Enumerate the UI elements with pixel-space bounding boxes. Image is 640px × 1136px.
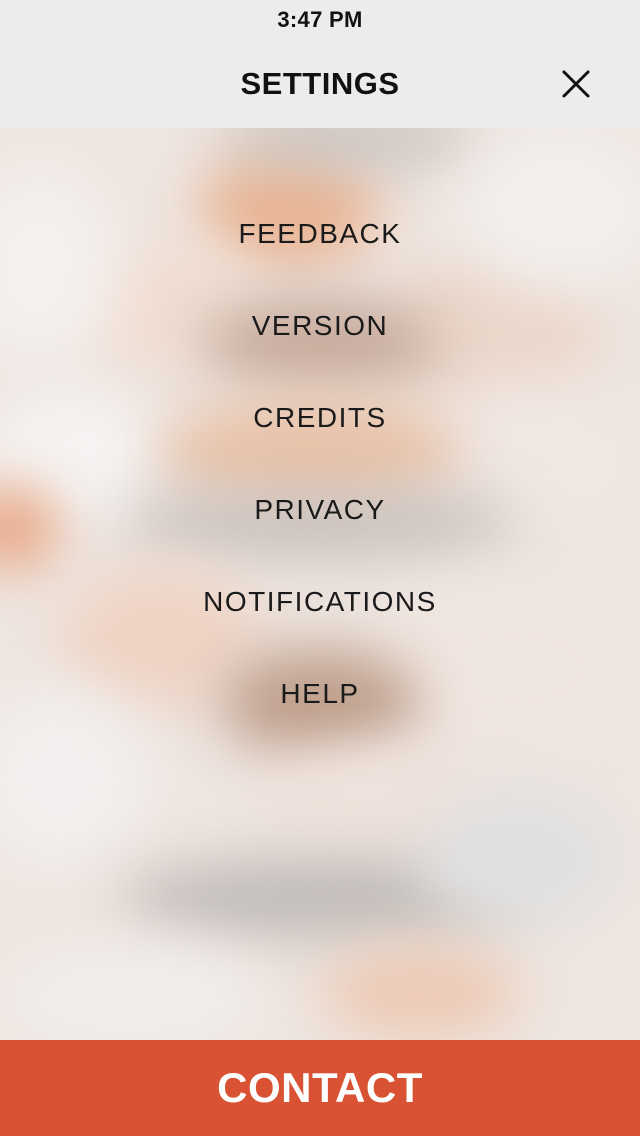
navigation-bar: SETTINGS (0, 40, 640, 128)
menu-item-privacy[interactable]: PRIVACY (0, 480, 640, 540)
menu-item-help[interactable]: HELP (0, 664, 640, 724)
close-icon (562, 70, 590, 98)
settings-menu: FEEDBACK VERSION CREDITS PRIVACY NOTIFIC… (0, 128, 640, 1040)
menu-item-credits[interactable]: CREDITS (0, 388, 640, 448)
menu-item-feedback[interactable]: FEEDBACK (0, 204, 640, 264)
contact-button-label: CONTACT (217, 1064, 423, 1111)
close-button[interactable] (556, 64, 596, 104)
status-time: 3:47 PM (277, 7, 363, 32)
contact-button[interactable]: CONTACT (0, 1040, 640, 1136)
menu-item-notifications[interactable]: NOTIFICATIONS (0, 572, 640, 632)
menu-item-version[interactable]: VERSION (0, 296, 640, 356)
page-title: SETTINGS (240, 66, 400, 101)
